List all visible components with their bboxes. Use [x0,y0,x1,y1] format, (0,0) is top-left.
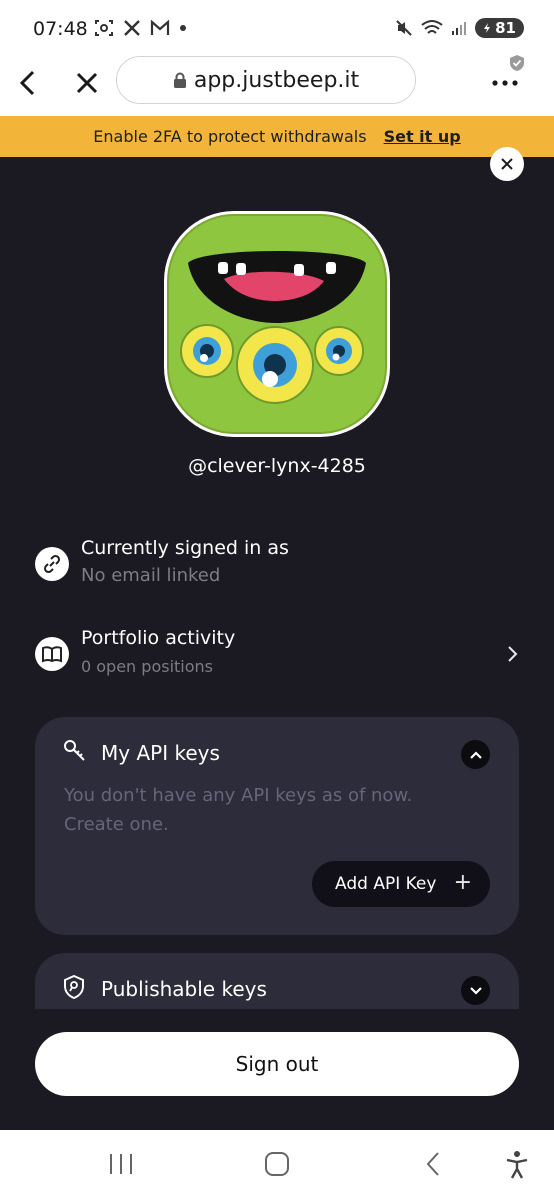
signal-icon [452,22,467,35]
signed-in-email: No email linked [81,565,221,586]
gmail-icon [150,20,170,35]
lock-icon [173,72,186,88]
plus-icon: + [453,870,472,895]
username: @clever-lynx-4285 [188,455,366,477]
close-tab-button[interactable] [69,65,105,101]
battery-level: 81 [495,19,516,37]
api-keys-title: My API keys [101,741,220,765]
api-keys-card: My API keys You don't have any API keys … [35,717,519,935]
screenshot-icon [95,20,113,36]
signed-in-row: Currently signed in as No email linked [35,537,525,597]
x-logo-icon [124,20,140,36]
wifi-icon [421,20,443,34]
accessibility-icon[interactable] [505,1150,529,1180]
api-keys-empty-text: You don't have any API keys as of now. C… [64,785,413,835]
status-time: 07:48 [33,18,88,40]
book-icon [35,637,69,671]
more-vertical-icon [492,80,518,86]
add-api-key-button[interactable]: Add API Key + [312,861,490,907]
close-icon [501,158,513,170]
close-icon [76,72,98,94]
monster-avatar-icon [164,211,390,437]
publishable-keys-expand-button[interactable] [461,976,490,1005]
api-keys-collapse-button[interactable] [461,740,490,769]
shield-check-icon [510,55,524,71]
account-sheet: @clever-lynx-4285 Currently signed in as… [0,147,554,1130]
publishable-keys-title: Publishable keys [101,977,267,1001]
chevron-right-icon [508,646,518,662]
mute-icon [396,20,412,36]
shield-key-icon [64,975,84,999]
sheet-close-button[interactable] [490,147,524,181]
chevron-up-icon [469,750,482,759]
portfolio-subtitle: 0 open positions [81,657,213,676]
chevron-left-icon [19,70,35,96]
publishable-keys-card[interactable]: Publishable keys [35,953,519,1009]
portfolio-activity-row[interactable]: Portfolio activity 0 open positions [35,627,525,687]
home-icon[interactable] [264,1151,290,1177]
android-nav-bar [0,1130,554,1200]
signed-in-title: Currently signed in as [81,537,289,559]
add-api-key-label: Add API Key [335,874,437,894]
key-icon [64,740,85,761]
browser-toolbar: app.justbeep.it [0,50,554,116]
portfolio-title: Portfolio activity [81,627,236,649]
url-text: app.justbeep.it [193,67,360,93]
back-icon[interactable] [424,1151,442,1177]
sign-out-button[interactable]: Sign out [35,1032,519,1096]
back-button[interactable] [10,65,46,101]
dot-icon [180,25,186,31]
chevron-down-icon [469,986,482,995]
banner-message: Enable 2FA to protect withdrawals [93,127,367,146]
set-it-up-link[interactable]: Set it up [384,127,461,146]
avatar [162,209,392,439]
url-bar[interactable]: app.justbeep.it [116,56,416,104]
link-icon [35,547,69,581]
battery-icon: 81 [475,18,524,38]
recents-icon[interactable] [108,1152,134,1176]
status-bar: 07:48 81 [0,0,554,56]
two-factor-banner: Enable 2FA to protect withdrawals Set it… [0,116,554,157]
